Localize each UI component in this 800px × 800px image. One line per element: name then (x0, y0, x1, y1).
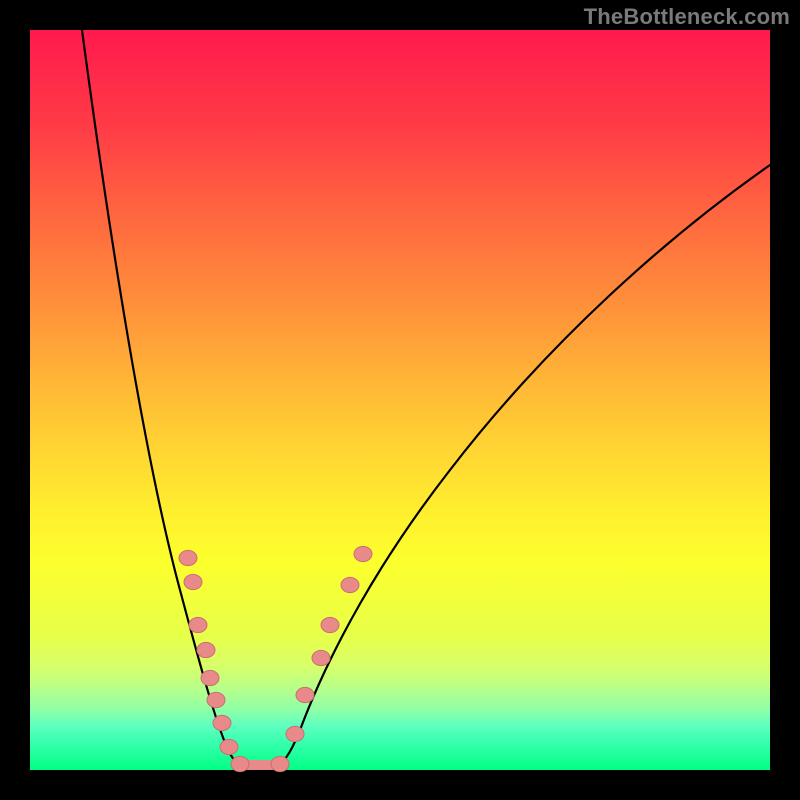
data-dot (312, 650, 330, 665)
data-dot (189, 617, 207, 632)
data-dot (271, 756, 289, 771)
watermark-text: TheBottleneck.com (584, 4, 790, 30)
data-dot (321, 617, 339, 632)
dots-left-group (179, 550, 249, 771)
data-dot (184, 574, 202, 589)
data-dot (286, 726, 304, 741)
data-dot (296, 687, 314, 702)
dots-right-group (271, 546, 372, 771)
data-dot (220, 739, 238, 754)
data-dot (207, 692, 225, 707)
curve-left (82, 30, 243, 765)
curve-right (278, 165, 770, 765)
data-dot (213, 715, 231, 730)
data-dot (179, 550, 197, 565)
data-dot (341, 577, 359, 592)
chart-plot-area (30, 30, 770, 770)
chart-svg (30, 30, 770, 770)
data-dot (197, 642, 215, 657)
data-dot (231, 756, 249, 771)
data-dot (354, 546, 372, 561)
data-dot (201, 670, 219, 685)
